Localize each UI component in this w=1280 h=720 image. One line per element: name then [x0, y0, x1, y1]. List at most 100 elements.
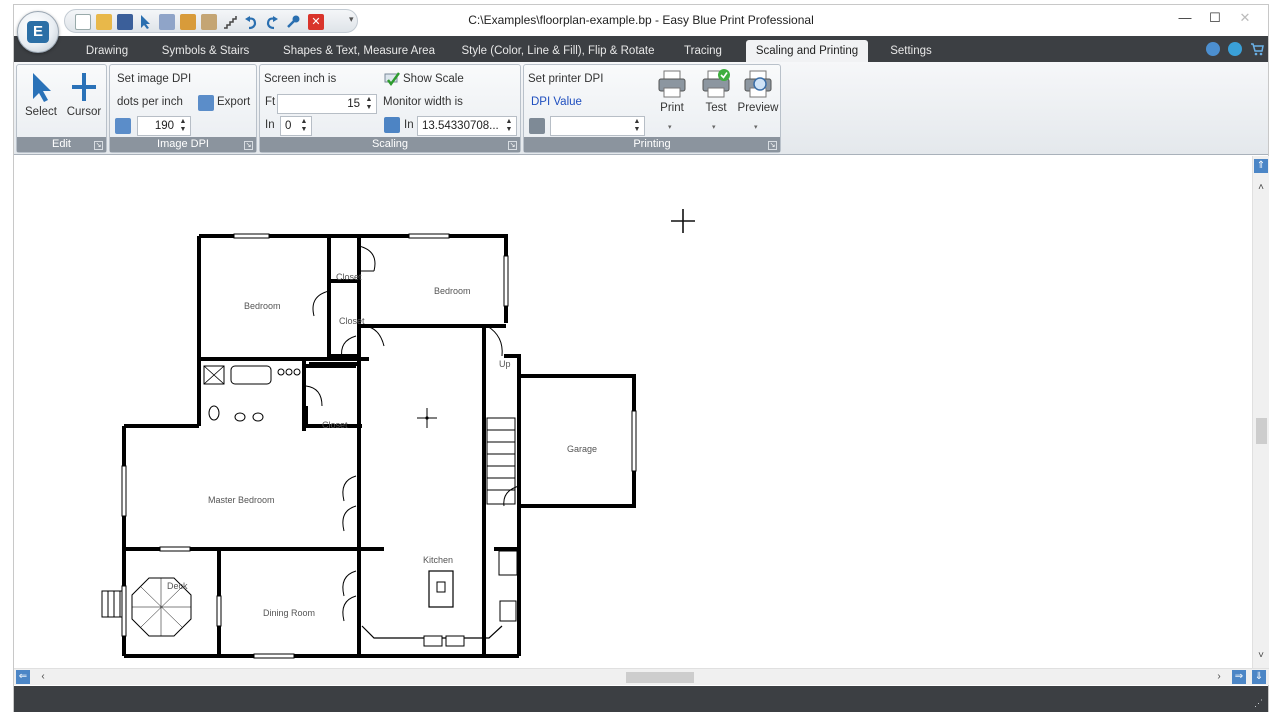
scroll-up-icon[interactable]: ˄ [1254, 181, 1268, 195]
crosshair-cursor-icon [671, 209, 695, 233]
image-dpi-launcher-icon[interactable]: ↘ [244, 141, 253, 150]
title-bar: ✕ ▾ C:\Examples\floorplan-example.bp - E… [14, 5, 1268, 36]
printer-dpi-arrows-icon[interactable]: ▲ ▼ [631, 118, 643, 134]
cursor-label: Cursor [66, 106, 102, 118]
group-label-printing: Printing [524, 137, 780, 152]
set-image-dpi-label: Set image DPI [117, 73, 192, 85]
room-label-bedroom-1: Bedroom [244, 301, 281, 311]
test-label: Test [705, 102, 727, 114]
print-button[interactable]: Print [652, 69, 692, 114]
ribbon-panel: Select Cursor Edit ↘ Set image DPI dots … [14, 62, 1268, 155]
floor-plan[interactable]: Bedroom Bedroom Closet Closet Closet Up … [94, 226, 654, 666]
tab-symbols-stairs[interactable]: Symbols & Stairs [154, 40, 257, 62]
group-scaling: Screen inch is Show Scale Ft 15 ▲ ▼ Monit… [259, 64, 521, 153]
app-menu-button[interactable]: E [17, 11, 59, 53]
cursor-button[interactable]: Cursor [63, 71, 105, 118]
in-label: In [265, 119, 275, 131]
group-label-edit: Edit [17, 137, 106, 152]
show-scale-check-icon[interactable] [384, 71, 400, 87]
app-logo-icon: E [27, 21, 49, 43]
room-label-kitchen: Kitchen [423, 555, 453, 565]
tab-style[interactable]: Style (Color, Line & Fill), Flip & Rotat… [460, 40, 656, 62]
room-label-master-bedroom: Master Bedroom [208, 495, 275, 505]
in-spinner-arrows-icon[interactable]: ▲ ▼ [298, 118, 310, 134]
vertical-scroll-thumb[interactable] [1256, 418, 1267, 444]
export-button[interactable]: Export [217, 96, 250, 108]
cart-icon[interactable] [1250, 42, 1264, 56]
image-dpi-spinner[interactable]: 190 ▲ ▼ [137, 116, 191, 136]
scroll-home-icon[interactable]: ⇐ [16, 670, 30, 684]
preview-label: Preview [737, 102, 779, 114]
scroll-end-icon[interactable]: ⇒ [1232, 670, 1246, 684]
resize-grip-icon[interactable]: ⋰ [1254, 698, 1264, 708]
monitor-width-label: Monitor width is [383, 96, 463, 108]
close-button[interactable]: ✕ [1230, 7, 1260, 29]
app-window: ✕ ▾ C:\Examples\floorplan-example.bp - E… [13, 4, 1269, 712]
select-button[interactable]: Select [21, 71, 61, 118]
monitor-width-spinner[interactable]: 13.54330708... ▲ ▼ [417, 116, 517, 136]
tab-tracing[interactable]: Tracing [676, 40, 730, 62]
web-icon[interactable] [1228, 42, 1242, 56]
print-preview-icon [744, 70, 772, 98]
scroll-down-icon[interactable]: ˅ [1254, 649, 1268, 663]
horizontal-scroll-thumb[interactable] [626, 672, 694, 683]
in-value: 0 [285, 120, 292, 132]
test-dropdown-icon[interactable]: ▾ [712, 123, 716, 131]
scroll-right-icon[interactable]: › [1212, 670, 1226, 684]
printer-small-icon[interactable] [529, 118, 545, 134]
select-label: Select [25, 106, 57, 118]
preview-dropdown-icon[interactable]: ▾ [754, 123, 758, 131]
monitor-width-value: 13.54330708... [422, 120, 499, 132]
help-icon[interactable] [1206, 42, 1220, 56]
ft-value: 15 [347, 98, 360, 110]
group-label-image-dpi: Image DPI [110, 137, 256, 152]
group-image-dpi: Set image DPI dots per inch Export 190 ▲… [109, 64, 257, 153]
apply-dpi-icon[interactable] [115, 118, 131, 134]
tab-settings[interactable]: Settings [880, 40, 942, 62]
in-spinner[interactable]: 0 ▲ ▼ [280, 116, 312, 136]
ft-spinner-arrows-icon[interactable]: ▲ ▼ [363, 96, 375, 112]
print-label: Print [660, 102, 684, 114]
printing-launcher-icon[interactable]: ↘ [768, 141, 777, 150]
printer-dpi-spinner[interactable]: ▲ ▼ [550, 116, 645, 136]
test-printer-icon [702, 69, 730, 98]
minimize-button[interactable]: — [1170, 7, 1200, 29]
ft-spinner[interactable]: 15 ▲ ▼ [277, 94, 377, 114]
room-label-dining-room: Dining Room [263, 608, 315, 618]
monitor-icon[interactable] [384, 117, 400, 133]
screen-inch-label: Screen inch is [264, 73, 337, 85]
dots-per-inch-label: dots per inch [117, 96, 183, 108]
export-icon[interactable] [198, 95, 214, 111]
ribbon-tab-bar: Drawing Symbols & Stairs Shapes & Text, … [14, 36, 1268, 62]
preview-button[interactable]: Preview [736, 69, 780, 114]
window-title: C:\Examples\floorplan-example.bp - Easy … [468, 13, 814, 27]
show-scale-toggle[interactable]: Show Scale [403, 73, 464, 85]
select-arrow-icon [33, 73, 51, 102]
print-dropdown-icon[interactable]: ▾ [668, 123, 672, 131]
tab-shapes-text[interactable]: Shapes & Text, Measure Area [274, 40, 444, 62]
monitor-in-label: In [404, 119, 414, 131]
tab-scaling-printing[interactable]: Scaling and Printing [746, 40, 868, 62]
spinner-arrows-icon[interactable]: ▲ ▼ [177, 118, 189, 134]
test-print-button[interactable]: Test [696, 69, 736, 114]
group-label-scaling: Scaling [260, 137, 520, 152]
scroll-bottom-icon[interactable]: ⇓ [1252, 670, 1266, 684]
monitor-spinner-arrows-icon[interactable]: ▲ ▼ [503, 118, 515, 134]
room-label-closet-3: Closet [322, 420, 348, 430]
drawing-canvas[interactable]: Bedroom Bedroom Closet Closet Closet Up … [14, 156, 1252, 668]
maximize-button[interactable]: ☐ [1200, 7, 1230, 29]
scaling-launcher-icon[interactable]: ↘ [508, 141, 517, 150]
cursor-plus-icon [72, 73, 96, 101]
room-label-closet-1: Closet [336, 272, 362, 282]
edit-launcher-icon[interactable]: ↘ [94, 141, 103, 150]
horizontal-scrollbar[interactable]: ⇐ ‹ › ⇒ ⇓ [14, 668, 1269, 685]
dpi-value-label: DPI Value [531, 96, 582, 108]
vertical-scrollbar[interactable]: ⇑ ˄ ˅ [1252, 156, 1269, 668]
scroll-left-icon[interactable]: ‹ [36, 670, 50, 684]
room-label-deck: Deck [167, 581, 188, 591]
status-bar: ⋰ [14, 686, 1268, 712]
tab-drawing[interactable]: Drawing [76, 40, 138, 62]
scroll-top-icon[interactable]: ⇑ [1254, 159, 1268, 173]
room-label-garage: Garage [567, 444, 597, 454]
group-printing: Set printer DPI DPI Value ▲ ▼ Print ▾ Tes… [523, 64, 781, 153]
